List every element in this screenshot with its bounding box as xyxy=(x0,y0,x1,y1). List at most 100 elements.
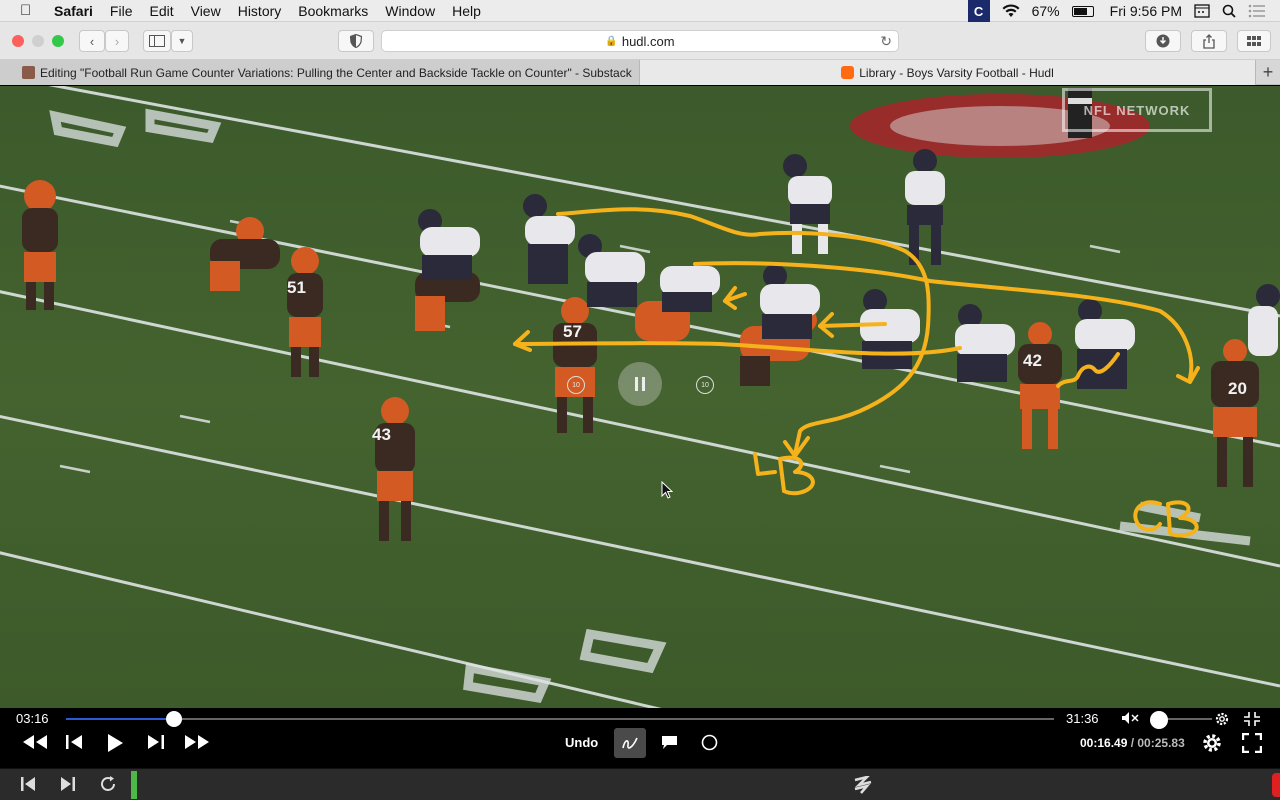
comment-icon xyxy=(662,736,677,749)
apple-icon[interactable]:  xyxy=(20,2,38,19)
privacy-report-button[interactable] xyxy=(338,30,374,52)
sidebar-menu-button[interactable]: ▼ xyxy=(171,30,193,52)
circle-tool-button[interactable] xyxy=(701,734,718,751)
menu-app[interactable]: Safari xyxy=(54,3,93,19)
menu-bar:  Safari File Edit View History Bookmark… xyxy=(0,0,1280,22)
play-button[interactable] xyxy=(106,733,124,753)
video-frame[interactable]: 51 57 43 42 20 NFL NETWORK 10 10 xyxy=(0,86,1280,708)
forward-button[interactable]: › xyxy=(105,30,129,52)
skip-back-button[interactable]: 10 xyxy=(567,376,585,394)
tab-substack[interactable]: Editing "Football Run Game Counter Varia… xyxy=(0,60,640,85)
svg-text:51: 51 xyxy=(287,278,306,297)
spotlight-search-icon[interactable] xyxy=(1222,4,1236,18)
grid-icon xyxy=(1247,36,1261,46)
exit-fullscreen-small-button[interactable] xyxy=(1243,711,1261,727)
fullscreen-window-button[interactable] xyxy=(52,35,64,47)
status-area: C 67% Fri 9:56 PM xyxy=(956,0,1280,22)
pen-icon xyxy=(622,737,638,749)
mute-button[interactable] xyxy=(1121,711,1139,725)
next-clip-button[interactable] xyxy=(60,776,76,792)
step-forward-icon xyxy=(148,735,164,749)
new-tab-button[interactable]: + xyxy=(1255,60,1280,85)
fast-forward-button[interactable] xyxy=(184,734,210,750)
safari-window:  Safari File Edit View History Bookmark… xyxy=(0,0,1280,800)
close-window-button[interactable] xyxy=(12,35,24,47)
settings-button[interactable] xyxy=(1201,732,1223,754)
sidebar-button[interactable] xyxy=(143,30,171,52)
tab-hudl[interactable]: Library - Boys Varsity Football - Hudl xyxy=(640,60,1255,85)
battery-percent: 67% xyxy=(1031,3,1060,19)
hudl-favicon-icon xyxy=(841,66,855,79)
menu-view[interactable]: View xyxy=(191,3,221,19)
fast-forward-icon xyxy=(185,735,209,749)
notification-center-icon[interactable] xyxy=(1248,4,1266,18)
menu-file[interactable]: File xyxy=(110,3,133,19)
speaker-muted-icon xyxy=(1122,712,1139,724)
chevron-right-icon: › xyxy=(114,33,120,49)
menu-edit[interactable]: Edit xyxy=(149,3,173,19)
expand-icon xyxy=(1242,733,1262,753)
shield-icon xyxy=(350,34,362,48)
step-back-icon xyxy=(66,735,82,749)
skip-previous-icon xyxy=(21,777,35,791)
undo-button[interactable]: Undo xyxy=(565,735,598,750)
menu-window[interactable]: Window xyxy=(385,3,435,19)
skip-forward-label: 10 xyxy=(701,381,709,389)
gear-icon xyxy=(1215,712,1229,726)
jersey-43: 43 xyxy=(372,425,391,444)
total-time: 31:36 xyxy=(1066,711,1099,726)
playlist-bar xyxy=(0,768,1280,800)
tab-overview-button[interactable] xyxy=(1237,30,1271,52)
play-icon xyxy=(108,734,123,752)
rewind-button[interactable] xyxy=(22,734,48,750)
seek-bar[interactable] xyxy=(66,711,1054,727)
calendar-icon[interactable] xyxy=(1194,4,1210,18)
loop-icon xyxy=(101,776,115,791)
gear-icon xyxy=(1203,734,1221,752)
clip-total-time: / 00:25.83 xyxy=(1130,736,1185,750)
seek-bar-progress xyxy=(66,718,174,720)
battery-icon[interactable] xyxy=(1071,5,1094,17)
skip-next-icon xyxy=(61,777,75,791)
clip-current-time: 00:16.49 xyxy=(1080,736,1128,750)
overlay-pause-button[interactable] xyxy=(618,362,662,406)
seek-handle[interactable] xyxy=(165,711,182,727)
lock-icon: 🔒 xyxy=(605,35,618,47)
wifi-icon[interactable] xyxy=(1002,4,1020,18)
chevron-down-icon: ▼ xyxy=(177,36,187,46)
loop-button[interactable] xyxy=(99,775,117,793)
reload-icon[interactable]: ↻ xyxy=(880,33,892,50)
hudl-logo-icon xyxy=(853,776,873,794)
minimize-window-button[interactable] xyxy=(32,35,44,47)
clock[interactable]: Fri 9:56 PM xyxy=(1110,3,1182,19)
draw-tool-button[interactable] xyxy=(614,728,646,758)
jersey-20: 20 xyxy=(1228,379,1247,398)
fullscreen-button[interactable] xyxy=(1242,733,1262,753)
downloads-button[interactable] xyxy=(1145,30,1181,52)
menu-help[interactable]: Help xyxy=(452,3,481,19)
settings-small-button[interactable] xyxy=(1214,711,1230,727)
alert-marker xyxy=(1272,773,1280,797)
jersey-57: 57 xyxy=(563,322,582,341)
pause-icon xyxy=(635,377,645,391)
current-time: 03:16 xyxy=(16,711,49,726)
previous-frame-button[interactable] xyxy=(65,734,83,750)
comment-button[interactable] xyxy=(661,735,678,750)
volume-handle[interactable] xyxy=(1150,711,1168,729)
address-text: hudl.com xyxy=(621,33,675,49)
clip-marker[interactable] xyxy=(131,771,137,799)
previous-clip-button[interactable] xyxy=(20,776,36,792)
menu-bookmarks[interactable]: Bookmarks xyxy=(298,3,368,19)
app-badge-icon[interactable]: C xyxy=(967,0,990,22)
back-button[interactable]: ‹ xyxy=(79,30,105,52)
mouse-cursor-icon xyxy=(661,481,673,499)
menu-history[interactable]: History xyxy=(238,3,282,19)
share-icon xyxy=(1203,33,1215,49)
download-icon xyxy=(1156,34,1170,48)
tab-bar: Editing "Football Run Game Counter Varia… xyxy=(0,60,1280,85)
share-button[interactable] xyxy=(1191,30,1227,52)
next-frame-button[interactable] xyxy=(147,734,165,750)
address-bar[interactable]: 🔒 hudl.com ↻ xyxy=(381,30,899,52)
tab-title: Library - Boys Varsity Football - Hudl xyxy=(859,65,1054,80)
skip-forward-button[interactable]: 10 xyxy=(696,376,714,394)
